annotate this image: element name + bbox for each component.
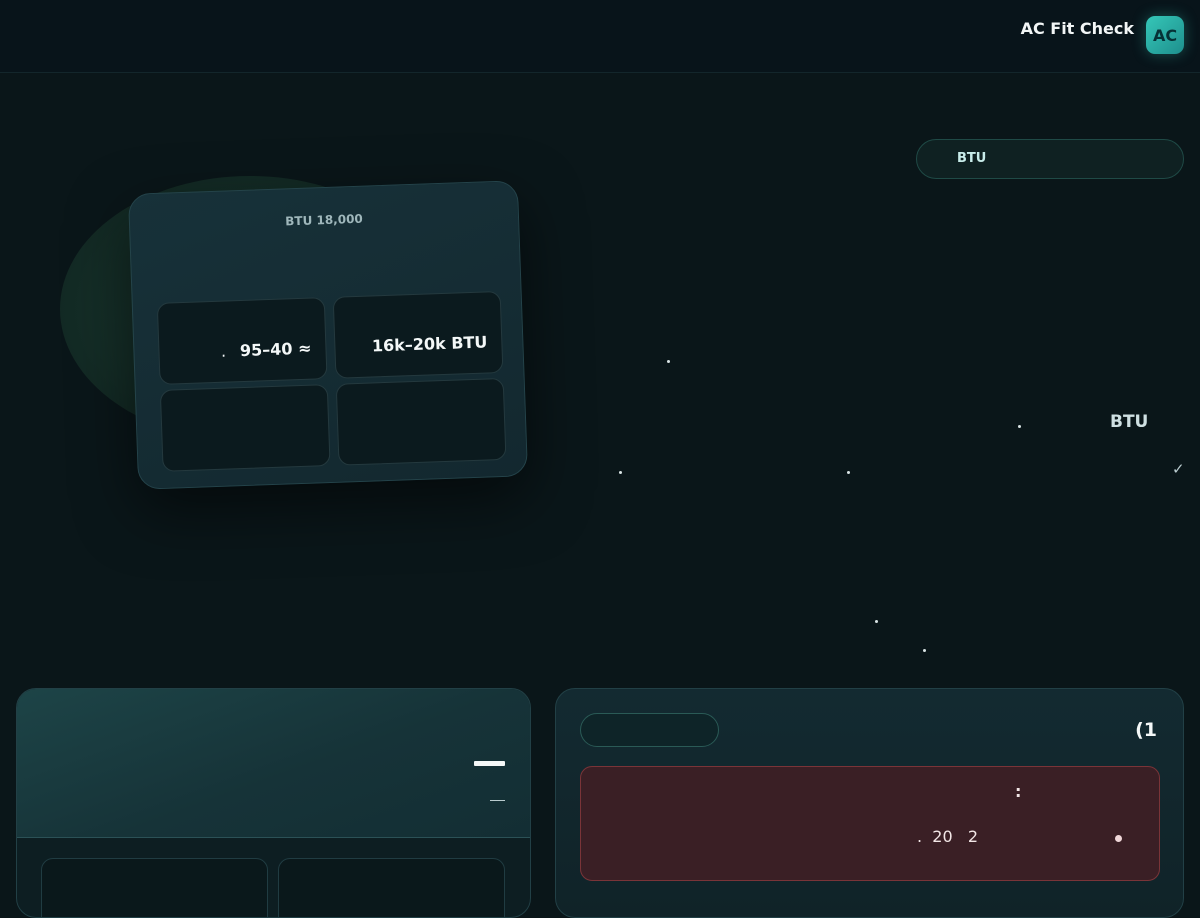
results-chip[interactable]: [580, 713, 719, 747]
decorative-dot: [923, 649, 926, 652]
hero-card-title: BTU 18,000: [284, 211, 363, 229]
top-bar: AC Fit Check AC: [0, 0, 1200, 73]
alert-bullet: [1115, 835, 1122, 842]
hero-tile-empty: [335, 377, 507, 466]
dash-indicator: [474, 761, 505, 766]
decorative-dot: [667, 360, 670, 363]
capacity-subtile[interactable]: [41, 858, 268, 917]
btu-filter-label: BTU: [957, 151, 987, 166]
avatar[interactable]: AC: [1146, 16, 1184, 54]
decorative-dot: [619, 471, 622, 474]
hero-tile-btu-range: 16k–20k BTU: [332, 290, 504, 379]
capacity-subtile[interactable]: [278, 858, 505, 917]
warning-alert: : . 20 2: [580, 766, 1160, 881]
btu-filter-pill[interactable]: BTU: [916, 139, 1184, 179]
hero-summary-card: BTU 18,000 . 95–40 ≈ 16k–20k BTU: [127, 180, 529, 490]
hero-tile-empty: [159, 384, 331, 472]
dash-subindicator: [490, 800, 505, 801]
btu-label: BTU: [1110, 412, 1149, 432]
decorative-dot: [1018, 425, 1021, 428]
results-count: (1: [1135, 719, 1157, 741]
app-title: AC Fit Check: [1020, 19, 1134, 38]
hero-tile-value: . 95–40 ≈: [220, 338, 312, 361]
alert-text: . 20 2: [917, 827, 979, 846]
decorative-dot: [875, 620, 878, 623]
hero-tile-temperature: . 95–40 ≈: [156, 297, 328, 385]
capacity-panel-header: [17, 689, 530, 838]
capacity-panel: [16, 688, 531, 918]
decorative-dot: [847, 471, 850, 474]
check-icon: ✓: [1172, 460, 1185, 478]
hero-tile-value: 16k–20k BTU: [371, 332, 488, 356]
alert-label: :: [1015, 782, 1022, 801]
results-panel: (1 : . 20 2: [555, 688, 1184, 918]
